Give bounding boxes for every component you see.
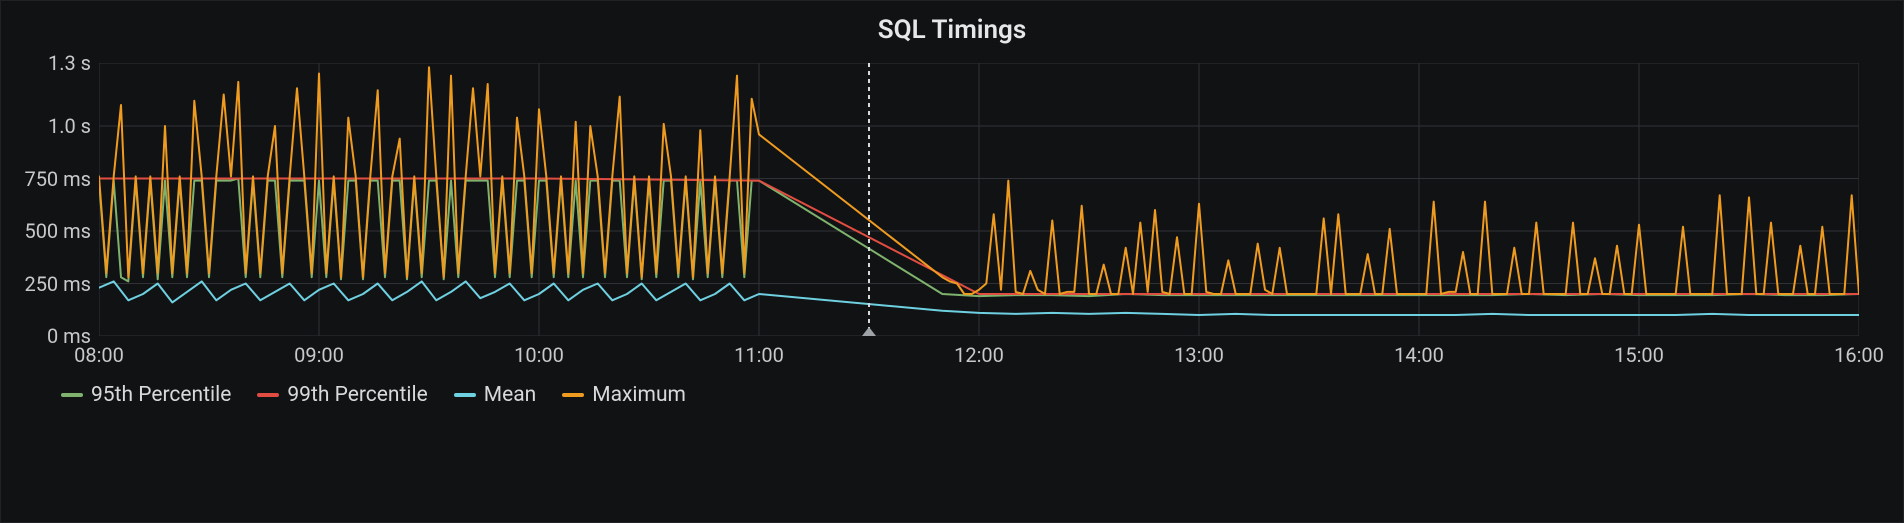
legend-label: Maximum bbox=[592, 383, 686, 407]
x-tick-label: 16:00 bbox=[1834, 343, 1884, 367]
legend-swatch bbox=[454, 393, 476, 397]
y-axis-ticks: 0 ms250 ms500 ms750 ms1.0 s1.3 s bbox=[1, 63, 97, 336]
y-tick-label: 250 ms bbox=[24, 272, 91, 296]
legend-swatch bbox=[257, 393, 279, 397]
panel-sql-timings: SQL Timings 0 ms250 ms500 ms750 ms1.0 s1… bbox=[0, 0, 1904, 523]
y-tick-label: 750 ms bbox=[24, 167, 91, 191]
time-cursor[interactable] bbox=[862, 63, 876, 336]
chart-legend: 95th Percentile 99th Percentile Mean Maximu… bbox=[61, 383, 686, 407]
x-tick-label: 12:00 bbox=[954, 343, 1004, 367]
x-axis-ticks: 08:0009:0010:0011:0012:0013:0014:0015:00… bbox=[99, 343, 1859, 371]
legend-item-p99[interactable]: 99th Percentile bbox=[257, 383, 427, 407]
legend-label: Mean bbox=[484, 383, 537, 407]
x-tick-label: 15:00 bbox=[1614, 343, 1664, 367]
x-tick-label: 14:00 bbox=[1394, 343, 1444, 367]
legend-swatch bbox=[562, 393, 584, 397]
legend-swatch bbox=[61, 393, 83, 397]
x-tick-label: 11:00 bbox=[734, 343, 784, 367]
chart-plot-area[interactable] bbox=[99, 63, 1859, 336]
y-tick-label: 500 ms bbox=[24, 219, 91, 243]
legend-label: 95th Percentile bbox=[91, 383, 231, 407]
legend-item-mean[interactable]: Mean bbox=[454, 383, 537, 407]
x-tick-label: 10:00 bbox=[514, 343, 564, 367]
y-tick-label: 1.3 s bbox=[48, 51, 91, 75]
legend-label: 99th Percentile bbox=[287, 383, 427, 407]
chart-title: SQL Timings bbox=[1, 15, 1903, 45]
legend-item-p95[interactable]: 95th Percentile bbox=[61, 383, 231, 407]
legend-item-max[interactable]: Maximum bbox=[562, 383, 686, 407]
x-tick-label: 08:00 bbox=[74, 343, 124, 367]
x-tick-label: 13:00 bbox=[1174, 343, 1224, 367]
y-tick-label: 1.0 s bbox=[48, 114, 91, 138]
x-tick-label: 09:00 bbox=[294, 343, 344, 367]
